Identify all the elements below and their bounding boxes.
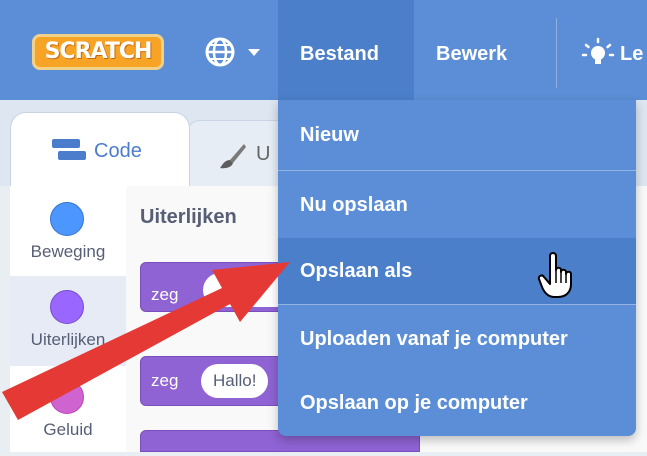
menu-item-download[interactable]: Opslaan op je computer: [278, 370, 636, 436]
hand-cursor-icon: [537, 252, 572, 298]
say-block-label: zeg: [151, 285, 179, 304]
menu-separator: [278, 170, 636, 171]
menu-tutorials[interactable]: Le: [620, 0, 643, 100]
menu-file[interactable]: Bestand: [278, 0, 414, 100]
menu-divider: [556, 18, 557, 88]
category-sound-label: Geluid: [43, 420, 93, 439]
category-motion-dot: [50, 202, 84, 236]
say-block-label: zeg: [151, 371, 179, 390]
scratch-logo[interactable]: SCRATCH: [32, 34, 164, 70]
brush-icon: [220, 144, 246, 169]
menu-item-new[interactable]: Nieuw: [278, 102, 636, 168]
category-looks-label: Uiterlijken: [30, 330, 106, 349]
say-block-input[interactable]: Hallo!: [201, 364, 269, 398]
menu-separator: [278, 304, 636, 305]
code-blocks-icon: [52, 139, 86, 160]
palette-section-title: Uiterlijken: [140, 206, 237, 228]
chevron-down-icon[interactable]: [248, 49, 260, 56]
lightbulb-icon[interactable]: [580, 36, 616, 72]
tab-costumes-label: U: [256, 143, 271, 165]
category-motion[interactable]: Beweging: [10, 186, 126, 276]
menu-item-upload[interactable]: Uploaden vanaf je computer: [278, 306, 636, 372]
category-sound[interactable]: Geluid: [10, 366, 126, 456]
menu-edit[interactable]: Bewerk: [414, 0, 554, 100]
category-sound-dot: [50, 380, 84, 414]
globe-icon[interactable]: [203, 36, 239, 68]
category-looks-dot: [50, 290, 84, 324]
category-looks[interactable]: Uiterlijken: [10, 276, 126, 366]
menu-item-save-as[interactable]: Opslaan als: [278, 238, 636, 304]
menu-item-save-now[interactable]: Nu opslaan: [278, 172, 636, 238]
tab-code-label: Code: [94, 140, 142, 162]
category-motion-label: Beweging: [30, 242, 106, 261]
file-menu-dropdown: Nieuw Nu opslaan Opslaan als Uploaden va…: [278, 100, 636, 436]
